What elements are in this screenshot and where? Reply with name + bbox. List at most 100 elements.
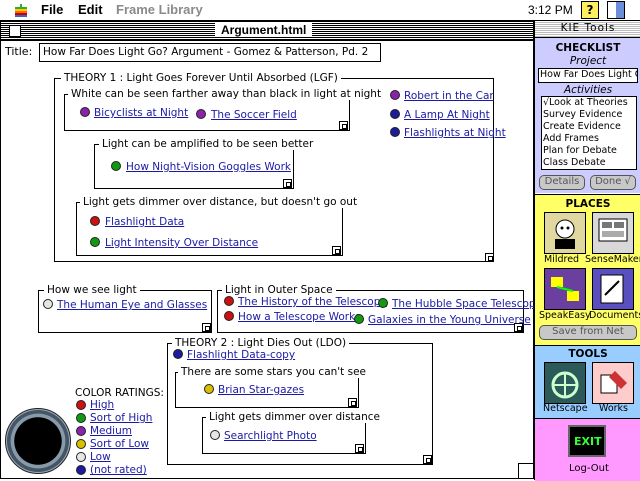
theory2-label: THEORY 2 : Light Dies Out (LDO) — [172, 337, 350, 349]
sensemaker-label: SenseMaker — [585, 254, 640, 265]
rating-dot-green — [111, 161, 121, 171]
rating-dot-green — [90, 237, 100, 247]
color-ratings-title: COLOR RATINGS: — [75, 387, 164, 399]
done-button[interactable]: Done √ — [590, 175, 636, 190]
file-menu[interactable]: File — [41, 2, 63, 17]
rating-dot-purple — [76, 426, 86, 436]
evidence-link[interactable]: The Soccer Field — [211, 109, 297, 121]
kie-title: KIE Tools — [560, 22, 616, 34]
project-field[interactable]: How Far Does Light Go — [538, 68, 638, 83]
evidence-link[interactable]: Galaxies in the Young Universe — [368, 314, 531, 326]
window-titlebar[interactable]: Argument.html — [1, 22, 533, 41]
rating-not-rated[interactable]: (not rated) — [90, 464, 147, 476]
exit-sign-text: EXIT — [574, 435, 602, 448]
frame-grow-box[interactable] — [355, 444, 364, 453]
rating-dot-white — [210, 430, 220, 440]
rating-dot-yellow — [204, 384, 214, 394]
frame-how-we-see[interactable] — [38, 290, 212, 333]
evidence-link[interactable]: How a Telescope Works — [238, 311, 361, 323]
evidence-link[interactable]: Robert in the Car — [404, 90, 494, 102]
speakeasy-icon[interactable] — [544, 268, 586, 310]
frame-how-we-see-label: How we see light — [44, 284, 140, 296]
exit-icon[interactable]: EXIT — [568, 425, 606, 457]
activity-item[interactable]: Add Frames — [543, 133, 599, 144]
evidence-link[interactable]: Flashlight Data-copy — [187, 349, 295, 361]
frame-library-menu[interactable]: Frame Library — [116, 2, 203, 17]
edit-menu[interactable]: Edit — [78, 2, 103, 17]
rating-dot-white — [43, 299, 53, 309]
frame-outer-space-label: Light in Outer Space — [222, 284, 336, 296]
evidence-link[interactable]: A Lamp At Night — [404, 109, 490, 121]
rating-sort-low[interactable]: Sort of Low — [90, 438, 149, 450]
menu-bar: File Edit Frame Library 3:12 PM ? — [0, 0, 640, 21]
apple-menu-icon[interactable] — [14, 3, 28, 17]
project-label: Project — [569, 55, 607, 67]
rating-dot-red — [76, 400, 86, 410]
help-icon[interactable]: ? — [581, 1, 599, 19]
evidence-link[interactable]: How Night-Vision Goggles Work — [126, 161, 291, 173]
trash-portal-icon[interactable] — [5, 408, 71, 474]
frame-grow-box[interactable] — [202, 323, 211, 332]
frame-grow-box[interactable] — [332, 246, 341, 255]
rating-dot-blue — [390, 127, 400, 137]
project-value: How Far Does Light Go — [540, 69, 638, 80]
details-button[interactable]: Details — [539, 175, 585, 190]
activity-item[interactable]: √Look at Theories — [543, 97, 628, 108]
rating-dot-green — [76, 413, 86, 423]
theory1-grow-box[interactable] — [485, 253, 494, 262]
argument-window: Argument.html Title: How Far Does Light … — [0, 21, 542, 479]
evidence-link[interactable]: The History of the Telescope — [238, 296, 387, 308]
checklist-header: CHECKLIST — [555, 42, 621, 54]
works-icon[interactable] — [592, 362, 634, 404]
rating-medium[interactable]: Medium — [90, 425, 132, 437]
evidence-link[interactable]: Searchlight Photo — [224, 430, 317, 442]
rating-sort-high[interactable]: Sort of High — [90, 412, 152, 424]
rating-dot-blue — [76, 465, 86, 475]
rating-dot-white — [76, 452, 86, 462]
close-box[interactable] — [9, 25, 21, 37]
finder-icon[interactable] — [607, 1, 625, 19]
places-header: PLACES — [565, 198, 611, 210]
kie-titlebar[interactable]: KIE Tools — [535, 21, 640, 38]
activity-item[interactable]: Class Debate — [543, 157, 606, 168]
evidence-link[interactable]: Bicyclists at Night — [94, 107, 188, 119]
evidence-link[interactable]: Brian Star-gazes — [218, 384, 304, 396]
mildred-label: Mildred — [544, 254, 580, 265]
evidence-link[interactable]: Flashlights at Night — [404, 127, 506, 139]
rating-dot-red — [224, 296, 234, 306]
activity-item[interactable]: Create Evidence — [543, 121, 621, 132]
rating-dot-purple — [196, 109, 206, 119]
rating-low[interactable]: Low — [90, 451, 111, 463]
sensemaker-icon[interactable] — [592, 212, 634, 254]
rating-dot-red — [224, 311, 234, 321]
activities-list[interactable]: √Look at Theories Survey Evidence Create… — [541, 96, 637, 170]
evidence-link[interactable]: The Hubble Space Telescope — [392, 298, 542, 310]
frame-dimmer-2-label: Light gets dimmer over distance — [206, 411, 383, 423]
rating-dot-blue — [173, 349, 183, 359]
documents-icon[interactable] — [592, 268, 634, 310]
title-field[interactable]: How Far Does Light Go? Argument - Gomez … — [39, 43, 381, 62]
save-from-net-button[interactable]: Save from Net — [539, 325, 637, 340]
evidence-link[interactable]: Light Intensity Over Distance — [105, 237, 258, 249]
theory2-grow-box[interactable] — [423, 455, 432, 464]
netscape-icon[interactable] — [544, 362, 586, 404]
rating-high[interactable]: High — [90, 399, 114, 411]
frame-grow-box[interactable] — [348, 398, 357, 407]
rating-dot-yellow — [76, 439, 86, 449]
rating-dot-purple — [80, 107, 90, 117]
evidence-link[interactable]: The Human Eye and Glasses — [57, 299, 207, 311]
documents-label: Documents — [589, 310, 640, 321]
window-grow-box[interactable] — [518, 463, 533, 478]
rating-dot-green — [354, 314, 364, 324]
speakeasy-label: SpeakEasy — [539, 310, 591, 321]
rating-dot-red — [90, 216, 100, 226]
activity-item[interactable]: Survey Evidence — [543, 109, 622, 120]
evidence-link[interactable]: Flashlight Data — [105, 216, 184, 228]
frame-grow-box[interactable] — [514, 323, 523, 332]
frame-grow-box[interactable] — [339, 121, 348, 130]
kie-tools-panel: KIE Tools CHECKLIST Project How Far Does… — [534, 21, 640, 481]
mildred-icon[interactable] — [544, 212, 586, 254]
frame-grow-box[interactable] — [283, 179, 292, 188]
frame-stars-label: There are some stars you can't see — [178, 366, 370, 378]
activity-item[interactable]: Plan for Debate — [543, 145, 617, 156]
